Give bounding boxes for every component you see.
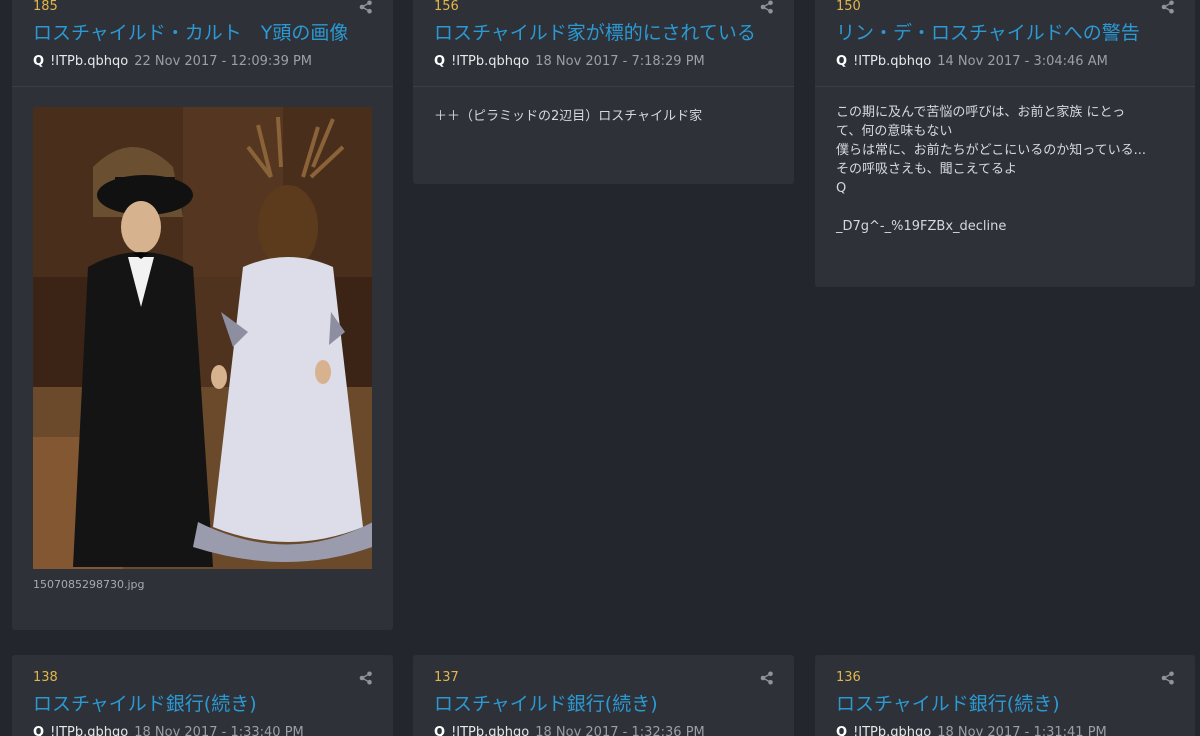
post-card-185: 185 ロスチャイルド・カルト Y頭の画像 Q !ITPb.qbhqo 22 Nov… xyxy=(12,0,393,630)
post-body-line: Q xyxy=(836,181,847,196)
post-date: 18 Nov 2017 - 1:32:36 PM xyxy=(535,725,705,736)
post-title[interactable]: リン・デ・ロスチャイルドへの警告 xyxy=(836,21,1173,45)
post-number[interactable]: 137 xyxy=(434,670,772,686)
post-title[interactable]: ロスチャイルド家が標的にされている xyxy=(434,21,772,45)
post-number[interactable]: 185 xyxy=(33,0,371,15)
post-tripcode: !ITPb.qbhqo xyxy=(50,725,129,736)
post-date: 22 Nov 2017 - 12:09:39 PM xyxy=(134,54,313,69)
share-icon[interactable] xyxy=(1161,0,1175,14)
post-number[interactable]: 156 xyxy=(434,0,772,15)
post-title[interactable]: ロスチャイルド銀行(続き) xyxy=(33,692,371,716)
post-tripcode: !ITPb.qbhqo xyxy=(50,54,129,69)
post-author: Q xyxy=(33,54,45,69)
post-date: 18 Nov 2017 - 7:18:29 PM xyxy=(535,54,705,69)
post-header: 136 ロスチャイルド銀行(続き) Q !ITPb.qbhqo 18 Nov 201… xyxy=(815,655,1195,736)
post-header: 185 ロスチャイルド・カルト Y頭の画像 Q !ITPb.qbhqo 22 Nov… xyxy=(12,0,393,86)
post-tripcode: !ITPb.qbhqo xyxy=(853,725,932,736)
post-title[interactable]: ロスチャイルド・カルト Y頭の画像 xyxy=(33,21,371,45)
post-header: 138 ロスチャイルド銀行(続き) Q !ITPb.qbhqo 18 Nov 201… xyxy=(12,655,393,736)
post-body-line xyxy=(836,198,1174,217)
post-card-137: 137 ロスチャイルド銀行(続き) Q !ITPb.qbhqo 18 Nov 201… xyxy=(413,655,794,736)
post-card-138: 138 ロスチャイルド銀行(続き) Q !ITPb.qbhqo 18 Nov 201… xyxy=(12,655,393,736)
post-number[interactable]: 136 xyxy=(836,670,1173,686)
post-meta: Q !ITPb.qbhqo 22 Nov 2017 - 12:09:39 PM xyxy=(33,54,371,86)
post-author: Q xyxy=(33,725,45,736)
post-meta: Q !ITPb.qbhqo 18 Nov 2017 - 1:32:36 PM xyxy=(434,725,772,736)
post-body: 1507085298730.jpg xyxy=(12,87,393,612)
post-number[interactable]: 138 xyxy=(33,670,371,686)
post-title[interactable]: ロスチャイルド銀行(続き) xyxy=(836,692,1173,716)
post-date: 14 Nov 2017 - 3:04:46 AM xyxy=(937,54,1108,69)
post-header: 150 リン・デ・ロスチャイルドへの警告 Q !ITPb.qbhqo 14 Nov … xyxy=(815,0,1195,86)
post-author: Q xyxy=(434,54,446,69)
post-author: Q xyxy=(836,54,848,69)
post-number[interactable]: 150 xyxy=(836,0,1173,15)
post-meta: Q !ITPb.qbhqo 18 Nov 2017 - 1:31:41 PM xyxy=(836,725,1173,736)
post-card-150: 150 リン・デ・ロスチャイルドへの警告 Q !ITPb.qbhqo 14 Nov … xyxy=(815,0,1195,287)
post-date: 18 Nov 2017 - 1:33:40 PM xyxy=(134,725,304,736)
post-body-line: _D7g^-_%19FZBx_decline xyxy=(836,219,1007,234)
post-body-line: 僕らは常に、お前たちがどこにいるのか知っている... xyxy=(836,143,1146,158)
post-body-line: その呼吸さえも、聞こえてるよ xyxy=(836,162,1017,177)
post-tripcode: !ITPb.qbhqo xyxy=(451,725,530,736)
post-body: ＋＋（ピラミッドの2辺目）ロスチャイルド家 xyxy=(413,87,794,144)
share-icon[interactable] xyxy=(359,671,373,685)
post-card-156: 156 ロスチャイルド家が標的にされている Q !ITPb.qbhqo 18 Nov… xyxy=(413,0,794,184)
post-body-line: ＋＋（ピラミッドの2辺目）ロスチャイルド家 xyxy=(434,109,703,124)
post-date: 18 Nov 2017 - 1:31:41 PM xyxy=(937,725,1107,736)
image-filename[interactable]: 1507085298730.jpg xyxy=(33,575,372,594)
post-body: この期に及んで苦悩の呼びは、お前と家族 にとっ て、何の意味もない 僕らは常に、… xyxy=(815,87,1195,254)
post-meta: Q !ITPb.qbhqo 18 Nov 2017 - 7:18:29 PM xyxy=(434,54,772,86)
share-icon[interactable] xyxy=(760,0,774,14)
post-meta: Q !ITPb.qbhqo 18 Nov 2017 - 1:33:40 PM xyxy=(33,725,371,736)
post-author: Q xyxy=(836,725,848,736)
post-image[interactable] xyxy=(33,107,372,569)
share-icon[interactable] xyxy=(1161,671,1175,685)
post-author: Q xyxy=(434,725,446,736)
post-card-136: 136 ロスチャイルド銀行(続き) Q !ITPb.qbhqo 18 Nov 201… xyxy=(815,655,1195,736)
post-body-line: この期に及んで苦悩の呼びは、お前と家族 にとっ xyxy=(836,105,1126,120)
post-header: 137 ロスチャイルド銀行(続き) Q !ITPb.qbhqo 18 Nov 201… xyxy=(413,655,794,736)
post-body-line: て、何の意味もない xyxy=(836,124,953,139)
post-tripcode: !ITPb.qbhqo xyxy=(451,54,530,69)
post-header: 156 ロスチャイルド家が標的にされている Q !ITPb.qbhqo 18 Nov… xyxy=(413,0,794,86)
post-meta: Q !ITPb.qbhqo 14 Nov 2017 - 3:04:46 AM xyxy=(836,54,1173,86)
share-icon[interactable] xyxy=(760,671,774,685)
post-title[interactable]: ロスチャイルド銀行(続き) xyxy=(434,692,772,716)
post-tripcode: !ITPb.qbhqo xyxy=(853,54,932,69)
share-icon[interactable] xyxy=(359,0,373,14)
